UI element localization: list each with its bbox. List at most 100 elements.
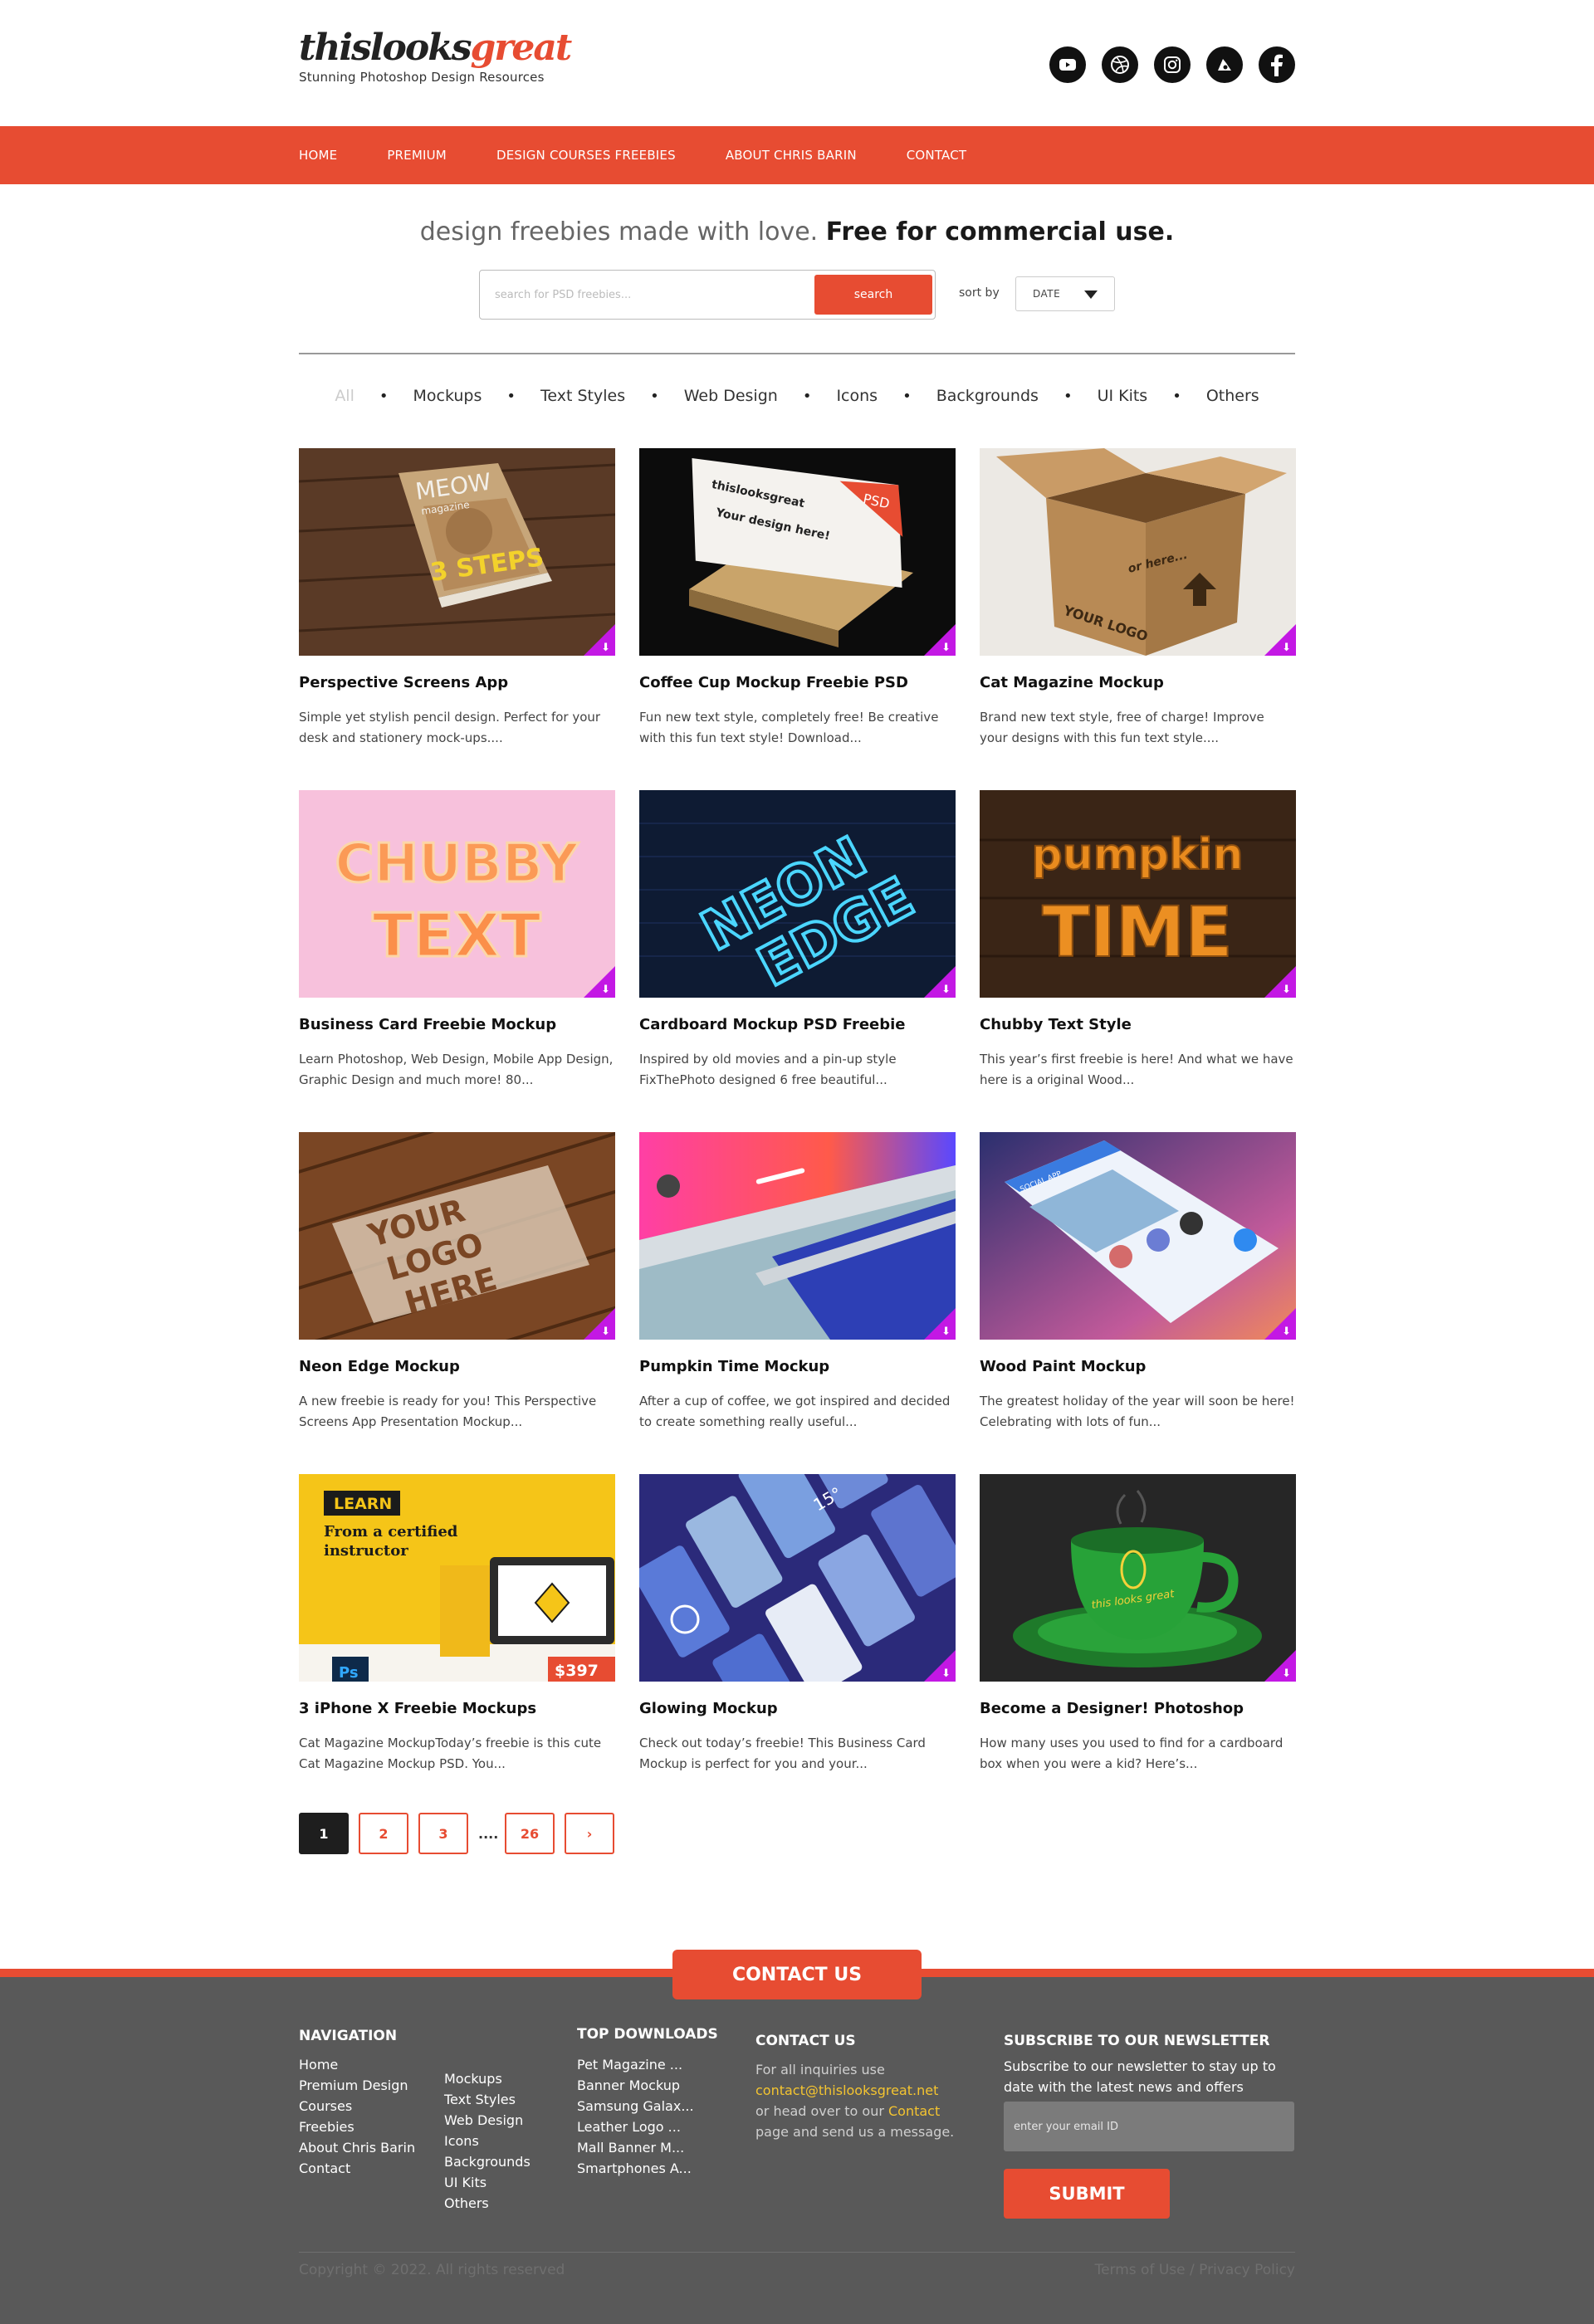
footer-link-contact[interactable]: Contact	[299, 2160, 350, 2176]
card-thumbnail[interactable]: NEON EDGE ⬇	[639, 790, 956, 998]
facebook-icon[interactable]	[1259, 46, 1295, 83]
freebie-card[interactable]: CHUBBY TEXT ⬇ Business Card Freebie Mock…	[299, 790, 615, 1091]
card-thumbnail[interactable]: YOUR LOGO HERE ⬇	[299, 1132, 615, 1340]
instagram-icon[interactable]	[1154, 46, 1191, 83]
freebie-card[interactable]: YOUR LOGO HERE ⬇ Neon Edge Mockup A new …	[299, 1132, 615, 1433]
legal-links[interactable]: Terms of Use / Privacy Policy	[1095, 2262, 1295, 2278]
page-2-button[interactable]: 2	[359, 1813, 408, 1854]
next-page-button[interactable]: ›	[565, 1813, 614, 1854]
freebie-card[interactable]: or here... YOUR LOGO ⬇ Cat Magazine Mock…	[980, 448, 1296, 749]
download-badge[interactable]	[1264, 1308, 1296, 1340]
download-badge[interactable]	[584, 1308, 615, 1340]
footer-link-backgrounds[interactable]: Backgrounds	[444, 2154, 531, 2170]
download-link[interactable]: Leather Logo ...	[577, 2119, 681, 2135]
search-button[interactable]: search	[814, 275, 932, 315]
page-last-button[interactable]: 26	[505, 1813, 555, 1854]
card-title[interactable]: Coffee Cup Mockup Freebie PSD	[639, 674, 956, 691]
behance-icon[interactable]	[1206, 46, 1243, 83]
newsletter-email-input[interactable]	[1004, 2102, 1294, 2151]
download-link[interactable]: Banner Mockup	[577, 2077, 680, 2093]
download-link[interactable]: Samsung Galax...	[577, 2098, 694, 2114]
download-badge[interactable]	[1264, 966, 1296, 998]
download-link[interactable]: Smartphones A...	[577, 2160, 692, 2176]
card-thumbnail[interactable]: ⬇	[639, 1132, 956, 1340]
sort-select[interactable]: DATE	[1015, 276, 1115, 311]
filter-web-design[interactable]: Web Design	[684, 387, 778, 405]
download-link[interactable]: Pet Magazine ...	[577, 2057, 682, 2073]
download-link[interactable]: Mall Banner M...	[577, 2140, 684, 2156]
card-title[interactable]: Perspective Screens App	[299, 674, 615, 691]
freebie-card[interactable]: this looks great ⬇ Become a Designer! Ph…	[980, 1474, 1296, 1775]
download-badge[interactable]	[1264, 624, 1296, 656]
card-thumbnail[interactable]: or here... YOUR LOGO ⬇	[980, 448, 1296, 656]
download-badge[interactable]	[584, 966, 615, 998]
footer-link-ui-kits[interactable]: UI Kits	[444, 2175, 487, 2190]
filter-backgrounds[interactable]: Backgrounds	[936, 387, 1039, 405]
page-1-button[interactable]: 1	[299, 1813, 349, 1854]
freebie-card[interactable]: NEON EDGE ⬇ Cardboard Mockup PSD Freebie…	[639, 790, 956, 1091]
card-thumbnail[interactable]: CHUBBY TEXT ⬇	[299, 790, 615, 998]
card-title[interactable]: Cat Magazine Mockup	[980, 674, 1296, 691]
filter-others[interactable]: Others	[1206, 387, 1259, 405]
dribbble-icon[interactable]	[1102, 46, 1138, 83]
freebie-card[interactable]: ⬇ Pumpkin Time Mockup After a cup of cof…	[639, 1132, 956, 1433]
freebie-card[interactable]: LEARN From a certified instructor Ps $39…	[299, 1474, 615, 1775]
newsletter-submit-button[interactable]: SUBMIT	[1004, 2169, 1170, 2219]
freebie-card[interactable]: MEOW magazine 3 STEPS ⬇ Perspective Scre…	[299, 448, 615, 749]
nav-premium[interactable]: PREMIUM	[387, 148, 447, 163]
download-badge[interactable]	[924, 966, 956, 998]
card-title[interactable]: Glowing Mockup	[639, 1700, 956, 1717]
footer-link-courses[interactable]: Courses	[299, 2098, 352, 2114]
freebie-card[interactable]: thislooksgreat PSD Your design here! ⬇ C…	[639, 448, 956, 749]
contact-us-tab[interactable]: CONTACT US	[672, 1950, 922, 1999]
card-title[interactable]: Chubby Text Style	[980, 1016, 1296, 1033]
card-title[interactable]: Business Card Freebie Mockup	[299, 1016, 615, 1033]
filter-mockups[interactable]: Mockups	[413, 387, 482, 405]
download-badge[interactable]	[584, 624, 615, 656]
footer-link-icons[interactable]: Icons	[444, 2133, 479, 2149]
footer-link-text-styles[interactable]: Text Styles	[444, 2092, 516, 2107]
card-thumbnail[interactable]: pumpkin TIME ⬇	[980, 790, 1296, 998]
card-title[interactable]: Wood Paint Mockup	[980, 1358, 1296, 1375]
footer-link-about[interactable]: About Chris Barin	[299, 2140, 415, 2156]
freebie-card[interactable]: 15° ⬇ Glowing Mockup Check out today’s f…	[639, 1474, 956, 1775]
site-logo[interactable]: thislooksgreat Stunning Photoshop Design…	[299, 30, 572, 85]
page-3-button[interactable]: 3	[418, 1813, 468, 1854]
nav-contact[interactable]: CONTACT	[907, 148, 967, 163]
card-thumbnail[interactable]: 15° ⬇	[639, 1474, 956, 1682]
contact-page-link[interactable]: Contact	[888, 2103, 940, 2119]
nav-design-courses-freebies[interactable]: DESIGN COURSES FREEBIES	[496, 148, 676, 163]
freebie-card[interactable]: pumpkin TIME ⬇ Chubby Text Style This ye…	[980, 790, 1296, 1091]
search-input[interactable]	[495, 282, 810, 307]
footer-link-premium-design[interactable]: Premium Design	[299, 2077, 408, 2093]
filter-icons[interactable]: Icons	[836, 387, 878, 405]
nav-about[interactable]: ABOUT CHRIS BARIN	[726, 148, 857, 163]
card-thumbnail[interactable]: thislooksgreat PSD Your design here! ⬇	[639, 448, 956, 656]
card-title[interactable]: Become a Designer! Photoshop	[980, 1700, 1296, 1717]
card-description: The greatest holiday of the year will so…	[980, 1394, 1295, 1429]
filter-ui-kits[interactable]: UI Kits	[1098, 387, 1148, 405]
card-title[interactable]: Neon Edge Mockup	[299, 1358, 615, 1375]
card-title[interactable]: 3 iPhone X Freebie Mockups	[299, 1700, 615, 1717]
contact-email-link[interactable]: contact@thislooksgreat.net	[755, 2082, 938, 2098]
card-thumbnail[interactable]: LEARN From a certified instructor Ps $39…	[299, 1474, 615, 1682]
filter-text-styles[interactable]: Text Styles	[540, 387, 625, 405]
card-thumbnail[interactable]: this looks great ⬇	[980, 1474, 1296, 1682]
footer-link-freebies[interactable]: Freebies	[299, 2119, 354, 2135]
youtube-icon[interactable]	[1049, 46, 1086, 83]
nav-home[interactable]: HOME	[299, 148, 337, 163]
card-thumbnail[interactable]: MEOW magazine 3 STEPS ⬇	[299, 448, 615, 656]
footer-link-home[interactable]: Home	[299, 2057, 338, 2073]
download-badge[interactable]	[1264, 1650, 1296, 1682]
footer-link-others[interactable]: Others	[444, 2195, 489, 2211]
card-title[interactable]: Pumpkin Time Mockup	[639, 1358, 956, 1375]
freebie-card[interactable]: SOCIAL APP ⬇ Wood Paint Mockup The great…	[980, 1132, 1296, 1433]
download-badge[interactable]	[924, 1650, 956, 1682]
filter-all[interactable]: All	[335, 387, 354, 405]
card-thumbnail[interactable]: SOCIAL APP ⬇	[980, 1132, 1296, 1340]
card-title[interactable]: Cardboard Mockup PSD Freebie	[639, 1016, 956, 1033]
footer-link-web-design[interactable]: Web Design	[444, 2112, 523, 2128]
footer-link-mockups[interactable]: Mockups	[444, 2071, 502, 2087]
download-badge[interactable]	[924, 1308, 956, 1340]
download-badge[interactable]	[924, 624, 956, 656]
